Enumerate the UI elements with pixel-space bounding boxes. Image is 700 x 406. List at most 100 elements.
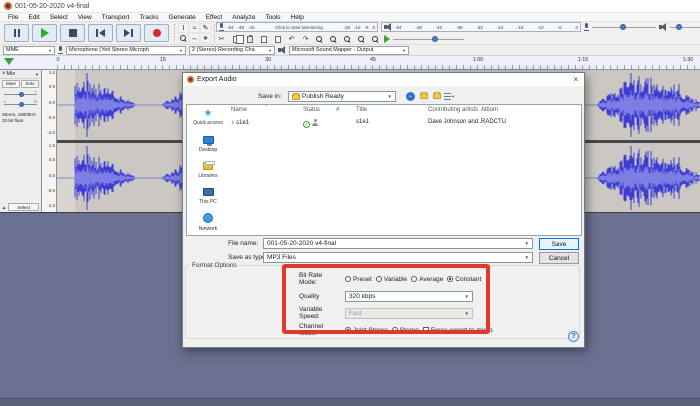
shared-person-icon <box>312 119 318 126</box>
sidebar-item-this-pc[interactable]: This PC <box>187 186 229 212</box>
track-close-icon[interactable]: × <box>2 71 6 77</box>
radio-joint-stereo[interactable]: Joint Stereo <box>345 327 388 334</box>
column-header-album[interactable]: Album <box>481 107 498 113</box>
solo-button[interactable]: Solo <box>21 80 39 88</box>
synced-check-icon: ✓ <box>303 121 310 128</box>
variable-speed-row: Variable Speed: Fast▼ <box>299 307 473 319</box>
play-at-speed-icon[interactable] <box>384 35 390 43</box>
copy-icon <box>233 36 239 43</box>
file-list[interactable]: Name ^ Status # Title Contributing artis… <box>229 105 581 235</box>
recording-channels-dropdown[interactable]: 2 (Stereo) Recording Cha▼ <box>189 46 275 55</box>
collapse-track-icon[interactable]: ▲ <box>2 205 6 210</box>
save-in-label: Save in: <box>258 93 282 100</box>
record-button[interactable] <box>144 24 169 42</box>
menu-file[interactable]: File <box>3 13 23 22</box>
playhead-triangle-icon[interactable] <box>4 58 14 65</box>
zoom-out-button[interactable] <box>328 34 339 44</box>
column-header-status[interactable]: Status <box>303 107 320 113</box>
playback-meter[interactable]: -54 -48 -42 -36 -30 -24 -18 -12 -6 0 <box>381 22 581 32</box>
save-in-dropdown[interactable]: Publish Ready ▼ <box>288 91 396 102</box>
menu-tracks[interactable]: Tracks <box>134 13 163 22</box>
skip-to-start-button[interactable] <box>88 24 113 42</box>
dialog-close-icon[interactable]: × <box>571 75 580 84</box>
back-button[interactable]: ← <box>405 91 416 101</box>
file-name-input[interactable]: 001-05-20-2020 v4-final ▼ <box>263 238 533 249</box>
radio-variable[interactable]: Variable <box>376 276 407 283</box>
menu-select[interactable]: Select <box>45 13 73 22</box>
menu-generate[interactable]: Generate <box>164 13 201 22</box>
timeshift-tool-button[interactable]: ↔ <box>189 33 200 43</box>
play-button[interactable] <box>32 24 57 42</box>
up-one-level-button[interactable] <box>418 91 429 101</box>
menu-view[interactable]: View <box>73 13 97 22</box>
selection-tool-button[interactable]: I <box>178 23 189 33</box>
new-folder-button[interactable] <box>431 91 442 101</box>
playback-volume-slider[interactable] <box>670 26 700 29</box>
paste-button[interactable] <box>244 34 255 44</box>
menu-tools[interactable]: Tools <box>260 13 285 22</box>
column-header-title[interactable]: Title <box>356 107 367 113</box>
column-header-name[interactable]: Name <box>231 107 247 113</box>
menu-edit[interactable]: Edit <box>23 13 44 22</box>
format-options-group: Format Options Bit Rate Mode: Preset Var… <box>185 265 580 339</box>
sidebar-item-network[interactable]: Network <box>187 212 229 238</box>
select-track-button[interactable]: Select <box>8 203 39 211</box>
view-menu-button[interactable]: ▼ <box>444 91 455 101</box>
copy-button[interactable] <box>230 34 241 44</box>
recording-meter[interactable]: -54 -48 -42 Click to Start Monitoring -1… <box>216 22 378 32</box>
vertical-scale-ruler[interactable]: 1.0 0.5 0.0 -0.5 -1.0 1.0 0.5 0.0 -0.5 -… <box>42 70 57 212</box>
stop-button[interactable] <box>60 24 85 42</box>
track-menu-caret-icon[interactable]: ▼ <box>35 72 39 77</box>
silence-audio-button[interactable] <box>272 34 283 44</box>
column-header-artists[interactable]: Contributing artists <box>428 107 478 113</box>
folder-icon <box>292 94 300 100</box>
save-as-type-dropdown[interactable]: MP3 Files ▼ <box>263 252 533 263</box>
menu-analyze[interactable]: Analyze <box>227 13 260 22</box>
sidebar-item-quick-access[interactable]: ★ Quick access <box>187 108 229 134</box>
multi-tool-button[interactable]: ∗ <box>200 33 211 43</box>
redo-button[interactable]: ↷ <box>300 34 311 44</box>
fit-selection-button[interactable] <box>342 34 353 44</box>
monitor-text[interactable]: Click to Start Monitoring <box>258 25 341 30</box>
playback-device-dropdown[interactable]: Microsoft Sound Mapper - Output▼ <box>289 46 409 55</box>
timeline-label: 1:00 <box>473 57 484 63</box>
cancel-button[interactable]: Cancel <box>539 252 579 264</box>
radio-average[interactable]: Average <box>411 276 443 283</box>
sidebar-item-desktop[interactable]: Desktop <box>187 134 229 160</box>
play-speed-slider[interactable] <box>393 38 464 41</box>
help-button[interactable]: ? <box>568 331 579 342</box>
zoom-in-button[interactable] <box>314 34 325 44</box>
radio-preset[interactable]: Preset <box>345 276 372 283</box>
quality-dropdown[interactable]: 320 kbps▼ <box>345 291 473 302</box>
mute-button[interactable]: Mute <box>2 80 20 88</box>
audio-host-dropdown[interactable]: MME▼ <box>3 46 55 55</box>
force-mono-checkbox[interactable]: Force export to mono <box>423 327 493 334</box>
trim-audio-button[interactable] <box>258 34 269 44</box>
save-button[interactable]: Save <box>539 238 579 250</box>
zoom-tool-button[interactable] <box>178 33 189 43</box>
pause-button[interactable] <box>4 24 29 42</box>
file-row[interactable]: ♪ s1e1 <box>231 119 249 126</box>
menu-effect[interactable]: Effect <box>201 13 228 22</box>
zoom-toggle-button[interactable] <box>370 34 381 44</box>
menu-transport[interactable]: Transport <box>97 13 135 22</box>
menu-help[interactable]: Help <box>286 13 309 22</box>
pan-slider[interactable]: LR <box>4 100 37 108</box>
draw-tool-button[interactable]: ✎ <box>200 23 211 33</box>
file-browser-panel: ★ Quick access Desktop Libraries This PC <box>186 104 582 236</box>
envelope-tool-button[interactable]: ≈ <box>189 23 200 33</box>
column-header-number[interactable]: # <box>336 107 339 113</box>
recording-device-dropdown[interactable]: Microphone (Yeti Stereo Microph▼ <box>66 46 186 55</box>
recording-volume-slider[interactable] <box>592 26 656 29</box>
cut-button[interactable]: ✂ <box>216 34 227 44</box>
timeline-ruler[interactable]: 0 15 30 45 1:00 1:15 1:30 <box>0 56 700 70</box>
radio-stereo[interactable]: Stereo <box>392 327 419 334</box>
track-name[interactable]: Mix <box>7 71 16 77</box>
skip-to-end-button[interactable] <box>116 24 141 42</box>
radio-constant[interactable]: Constant <box>447 276 481 283</box>
fit-project-button[interactable] <box>356 34 367 44</box>
checkbox-icon <box>423 327 429 333</box>
sidebar-item-libraries[interactable]: Libraries <box>187 160 229 186</box>
undo-button[interactable]: ↶ <box>286 34 297 44</box>
gain-slider[interactable]: -+ <box>4 90 37 98</box>
